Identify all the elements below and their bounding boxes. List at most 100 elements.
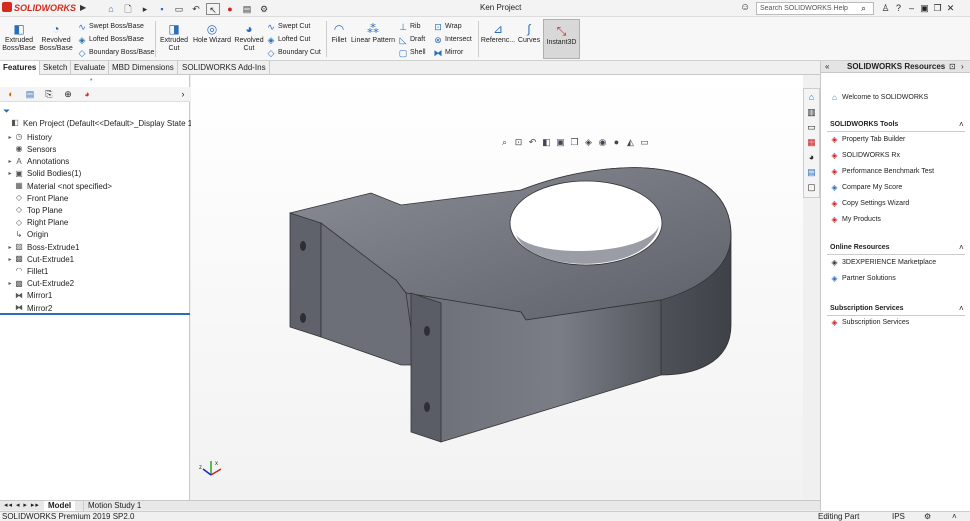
design-library-icon[interactable]: ▥ [805, 106, 818, 119]
fillet-button[interactable]: ◠ Fillet [328, 22, 350, 45]
tree-item[interactable]: ◉ Sensors [6, 143, 57, 155]
close-icon[interactable]: ✕ [945, 2, 956, 14]
open-icon[interactable]: ▸ [138, 3, 152, 15]
linear-pattern-button[interactable]: ⁂ Linear Pattern [350, 22, 396, 45]
tree-item[interactable]: ▸ ▩ Cut-Extrude1 [6, 253, 74, 265]
view-palette-icon[interactable]: ▦ [805, 136, 818, 149]
tab-scroll-arrows[interactable]: ◂◂ ◂ ▸ ▸▸ [4, 501, 40, 509]
chevron-up-icon[interactable]: ˄ [959, 304, 964, 313]
wrap-button[interactable]: ⊡ Wrap [433, 21, 461, 32]
tab-mbd-dimensions[interactable]: MBD Dimensions [109, 61, 178, 75]
help-icon[interactable]: ? [893, 2, 904, 14]
swept-boss-button[interactable]: ∿ Swept Boss/Base [77, 21, 144, 32]
help-search-box[interactable]: Search SOLIDWORKS Help ⌕ [756, 2, 874, 15]
tree-item[interactable]: ↳ Origin [6, 229, 49, 241]
property-manager-icon[interactable]: ▤ [23, 88, 37, 100]
menu-arrow-icon[interactable]: ▶ [80, 3, 86, 12]
search-input[interactable]: Search SOLIDWORKS Help [757, 5, 861, 12]
tab-model[interactable]: Model [44, 501, 76, 511]
tab-evaluate[interactable]: Evaluate [71, 61, 110, 75]
smiley-icon[interactable]: ☺ [740, 2, 750, 13]
display-manager-icon[interactable]: ◕ [80, 88, 94, 100]
restore-icon[interactable]: ❐ [932, 2, 943, 14]
revolved-cut-button[interactable]: ◕ Revolved Cut [233, 22, 265, 53]
revolved-boss-button[interactable]: ◔ Revolved Boss/Base [39, 22, 73, 53]
welcome-link[interactable]: ⌂ Welcome to SOLIDWORKS [830, 93, 928, 102]
solidworks-resources-icon[interactable]: ⌂ [805, 91, 818, 104]
swept-cut-button[interactable]: ∿ Swept Cut [266, 21, 310, 32]
tree-item[interactable]: ◇ Front Plane [6, 192, 68, 204]
expand-arrow-icon[interactable]: ▸ [6, 256, 14, 263]
minimize-icon[interactable]: – [906, 2, 917, 14]
user-icon[interactable]: ♙ [880, 2, 891, 14]
tab-sketch[interactable]: Sketch [40, 61, 72, 75]
graphics-area[interactable]: ⌕ ⊡ ↶ ◧ ▣ ❒ ◈ ◉ ● ◭ ▭ z x [191, 75, 803, 500]
new-document-icon[interactable]: 🗋 [121, 3, 135, 15]
solidworks-logo[interactable]: SOLIDWORKS [2, 2, 80, 15]
tab-motion-study-1[interactable]: Motion Study 1 [83, 501, 145, 511]
boundary-boss-button[interactable]: ◇ Boundary Boss/Base [77, 47, 155, 58]
appearances-icon[interactable]: ◕ [805, 151, 818, 164]
file-explorer-icon[interactable]: ▭ [805, 121, 818, 134]
resource-link[interactable]: ◈ Partner Solutions [830, 274, 895, 283]
tree-item[interactable]: ◇ Top Plane [6, 204, 63, 216]
mirror-button[interactable]: ⧓ Mirror [433, 47, 464, 58]
tree-item[interactable]: ◠ Fillet1 [6, 265, 49, 277]
tree-item[interactable]: ▸ ◷ History [6, 131, 51, 143]
resource-link[interactable]: ◈ Compare My Score [830, 183, 902, 192]
search-icon[interactable]: ⌕ [861, 3, 873, 14]
resource-link[interactable]: ◈ Subscription Services [830, 318, 909, 327]
curves-button[interactable]: ∫ Curves [516, 22, 542, 45]
expand-arrow-icon[interactable]: ▸ [6, 280, 14, 287]
resource-link[interactable]: ◈ Property Tab Builder [830, 135, 905, 144]
reference-geometry-button[interactable]: ⊿ Referenc... [480, 22, 516, 45]
options-gear-icon[interactable]: ⚙ [257, 3, 271, 15]
hole-wizard-button[interactable]: ◎ Hole Wizard [192, 22, 232, 45]
pin-icon[interactable]: ⊡ [949, 62, 956, 71]
tree-item[interactable]: ▸ ▨ Boss-Extrude1 [6, 241, 79, 253]
rollback-bar[interactable] [0, 313, 190, 315]
chevron-right-icon[interactable]: › [176, 88, 190, 100]
chevron-right-icon[interactable]: › [961, 62, 964, 71]
resource-link[interactable]: ◈ My Products [830, 215, 880, 224]
home-icon[interactable]: ⌂ [104, 3, 118, 15]
tile-icon[interactable]: ▣ [919, 2, 930, 14]
print-icon[interactable]: ▭ [172, 3, 186, 15]
save-icon[interactable]: ▪ [155, 3, 169, 15]
custom-properties-icon[interactable]: ▤ [805, 166, 818, 179]
intersect-button[interactable]: ⊗ Intersect [433, 34, 472, 45]
expand-arrow-icon[interactable]: ▸ [6, 244, 14, 251]
lofted-cut-button[interactable]: ◈ Lofted Cut [266, 34, 311, 45]
configuration-manager-icon[interactable]: ⎘ [42, 88, 56, 100]
settings-icon[interactable]: ⚙ [924, 512, 931, 521]
undo-icon[interactable]: ↶ [189, 3, 203, 15]
resource-link[interactable]: ◈ SOLIDWORKS Rx [830, 151, 900, 160]
filter-icon[interactable]: ⏷ [3, 106, 10, 117]
select-icon[interactable]: ↖ [206, 2, 220, 15]
tree-item[interactable]: ▸ ▣ Solid Bodies(1) [6, 168, 81, 180]
expand-arrow-icon[interactable]: ▸ [6, 158, 14, 165]
instant3d-button[interactable]: ⤡ Instant3D [543, 19, 580, 59]
boundary-cut-button[interactable]: ◇ Boundary Cut [266, 47, 321, 58]
resource-link[interactable]: ◈ Performance Benchmark Test [830, 167, 934, 176]
expand-arrow-icon[interactable]: ▸ [6, 170, 14, 177]
rib-button[interactable]: ⊥ Rib [398, 21, 420, 32]
tab-features[interactable]: Features [0, 61, 41, 75]
shell-button[interactable]: ▢ Shell [398, 47, 426, 58]
collapse-icon[interactable]: « [825, 62, 829, 71]
extruded-cut-button[interactable]: ◨ Extruded Cut [158, 22, 190, 53]
rebuild-icon[interactable]: ● [223, 3, 237, 15]
tree-item[interactable]: ◧ Ken Project (Default<<Default>_Display … [2, 117, 199, 129]
expand-arrow-icon[interactable]: ▸ [6, 134, 14, 141]
tree-item[interactable]: ⧓ Mirror1 [6, 290, 52, 302]
chevron-up-icon[interactable]: ˄ [952, 512, 957, 521]
lofted-boss-button[interactable]: ◈ Lofted Boss/Base [77, 34, 144, 45]
tree-item[interactable]: ▸ A Annotations [6, 156, 69, 168]
units-text[interactable]: IPS [892, 512, 905, 521]
resource-link[interactable]: ◈ 3DEXPERIENCE Marketplace [830, 258, 936, 267]
resource-link[interactable]: ◈ Copy Settings Wizard [830, 199, 909, 208]
dimxpert-icon[interactable]: ⊕ [61, 88, 75, 100]
panel-grip[interactable]: • [90, 77, 92, 84]
draft-button[interactable]: ◺ Draft [398, 34, 426, 45]
chevron-up-icon[interactable]: ˄ [959, 120, 964, 129]
